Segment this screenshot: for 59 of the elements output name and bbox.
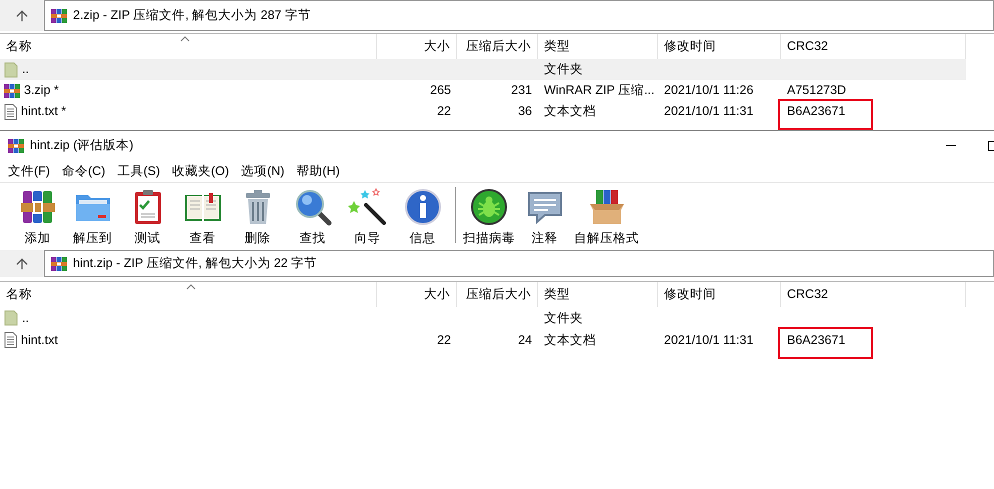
file-name: ..	[22, 310, 29, 327]
sort-caret-icon	[180, 36, 190, 42]
window-title: hint.zip (评估版本)	[30, 137, 134, 154]
table-cell-text: 22	[437, 103, 451, 120]
toolbar-button[interactable]: 解压到	[65, 187, 120, 248]
text-file-icon	[4, 332, 17, 348]
toolbar-button[interactable]: 注释	[517, 187, 572, 248]
archive-icon	[51, 256, 67, 272]
toolbar-button[interactable]: 查找	[285, 187, 340, 248]
table-cell-text: 24	[518, 332, 532, 349]
file-name: 3.zip *	[24, 82, 59, 100]
toolbar-button[interactable]: 信息	[395, 187, 450, 248]
minimize-icon[interactable]	[946, 144, 956, 146]
table-cell-text: 文本文档	[544, 332, 596, 349]
crc-value: B6A23671	[787, 332, 846, 349]
folder-icon	[4, 310, 18, 326]
table-cell-text: WinRAR ZIP 压缩...	[544, 82, 655, 100]
table-cell-text: 2021/10/1 11:26	[664, 82, 754, 100]
file-name: hint.txt	[21, 332, 58, 349]
toolbar-button[interactable]: 查看	[175, 187, 230, 248]
toolbar-button[interactable]: 向导	[340, 187, 395, 248]
toolbar-button[interactable]: 自解压格式	[572, 187, 641, 248]
maximize-icon[interactable]	[988, 140, 994, 150]
table-cell-text: 文本文档	[544, 103, 596, 120]
menu-item[interactable]: 命令(C)	[56, 162, 112, 180]
menu-item[interactable]: 选项(N)	[235, 162, 290, 180]
toolbar-button[interactable]: 测试	[120, 187, 175, 248]
table-cell-text: 231	[511, 82, 532, 100]
table-cell-text: 2021/10/1 11:31	[664, 103, 754, 120]
table-cell-text: 文件夹	[544, 310, 583, 327]
bug-icon	[469, 187, 509, 227]
table-cell-text: 22	[437, 332, 451, 349]
menu-item[interactable]: 文件(F)	[2, 162, 56, 180]
table-cell-text: 2021/10/1 11:31	[664, 332, 754, 349]
file-name: ..	[22, 61, 29, 78]
file-row[interactable]: .. 文件夹	[0, 59, 966, 80]
crc-value: B6A23671	[787, 103, 846, 120]
menu-item[interactable]: 工具(S)	[111, 162, 166, 180]
menu-item[interactable]: 帮助(H)	[290, 162, 346, 180]
menu-item[interactable]: 收藏夹(O)	[166, 162, 236, 180]
folder-icon	[4, 62, 18, 78]
app-icon	[8, 138, 24, 154]
file-name: hint.txt *	[21, 103, 66, 120]
magic-wand-icon	[348, 187, 388, 227]
info-icon	[402, 187, 442, 227]
sort-caret-icon	[186, 284, 196, 290]
archive-icon	[51, 8, 67, 24]
toolbar-button[interactable]: 添加	[10, 187, 65, 248]
toolbar-button[interactable]: 删除	[230, 187, 285, 248]
text-file-icon	[4, 104, 17, 120]
archive-icon	[4, 82, 20, 98]
table-cell-text: 265	[430, 82, 451, 100]
table-cell-text: 36	[518, 103, 532, 120]
path-field[interactable]: hint.zip - ZIP 压缩文件, 解包大小为 22 字节	[44, 250, 994, 277]
table-cell-text: 文件夹	[544, 61, 583, 78]
path-field[interactable]: 2.zip - ZIP 压缩文件, 解包大小为 287 字节	[44, 0, 994, 31]
up-arrow-icon[interactable]	[14, 256, 30, 272]
crc-value: A751273D	[787, 82, 846, 100]
toolbar-button[interactable]: 扫描病毒	[461, 187, 517, 248]
